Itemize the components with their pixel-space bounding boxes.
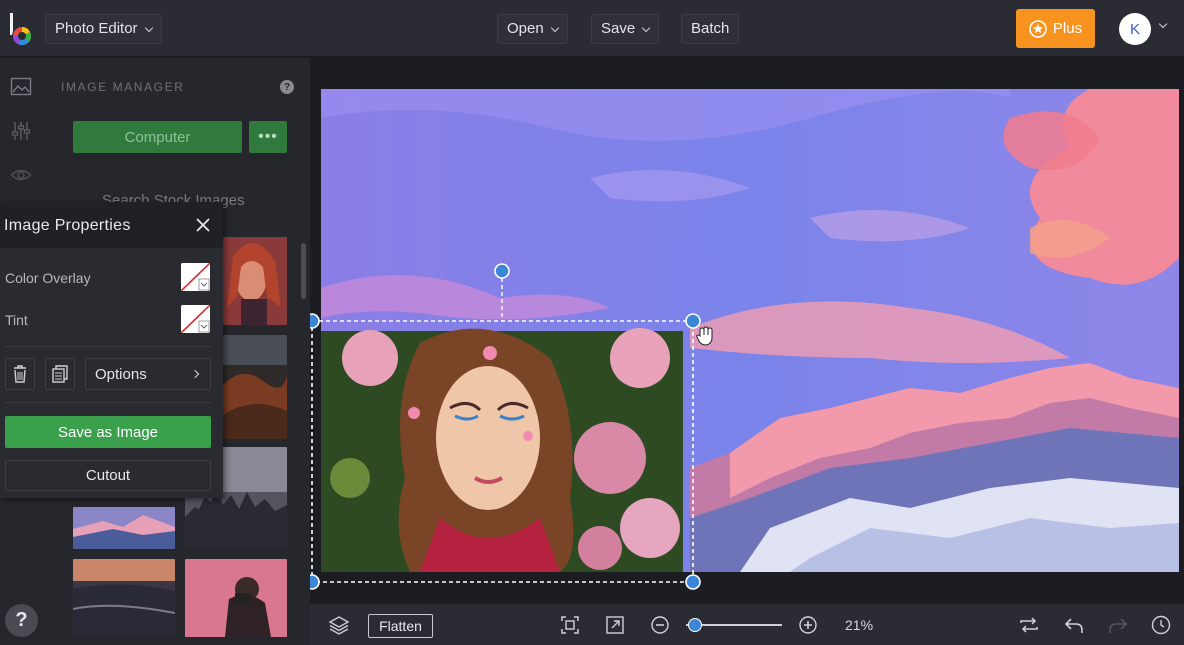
batch-label: Batch (691, 20, 730, 37)
sliders-icon[interactable] (10, 120, 32, 142)
color-overlay-label: Color Overlay (5, 270, 91, 286)
computer-upload-button[interactable]: Computer (73, 121, 242, 153)
save-menu[interactable]: Save (591, 14, 660, 44)
delete-layer-button[interactable] (5, 358, 35, 390)
resize-handle-top-right[interactable] (685, 313, 701, 329)
top-bar: Photo Editor Open Save Batch Plus K (0, 0, 1184, 57)
options-button[interactable]: Options (85, 358, 211, 390)
star-icon (1029, 19, 1047, 38)
help-button[interactable]: ? (5, 604, 38, 637)
app-switcher-label: Photo Editor (55, 20, 138, 37)
canvas-area[interactable] (304, 58, 1184, 604)
zoom-out-icon[interactable] (649, 614, 671, 636)
befunky-logo[interactable] (8, 11, 36, 47)
zoom-value: 21% (845, 617, 874, 633)
swap-icon[interactable] (1018, 614, 1040, 636)
chevron-down-icon (144, 23, 153, 32)
chevron-down-icon (641, 23, 651, 32)
trash-icon (14, 365, 26, 383)
rotate-handle[interactable] (494, 263, 510, 279)
more-label: ••• (258, 128, 278, 145)
overlay-portrait-image[interactable] (321, 328, 683, 572)
open-menu[interactable]: Open (497, 14, 568, 44)
image-properties-header: Image Properties (0, 202, 223, 248)
cutout-button[interactable]: Cutout (5, 460, 211, 491)
open-menu-label: Open (507, 20, 544, 37)
bottom-toolbar: Flatten 21% (310, 604, 1184, 645)
stock-thumbnail[interactable] (223, 237, 287, 325)
eye-icon[interactable] (10, 164, 32, 186)
resize-handle-top-left[interactable] (304, 313, 320, 329)
panel-scrollbar[interactable] (301, 243, 306, 299)
image-manager-title: IMAGE MANAGER (61, 80, 185, 94)
save-as-image-label: Save as Image (57, 423, 159, 441)
close-icon[interactable] (196, 218, 210, 232)
copy-icon (52, 365, 68, 383)
save-as-image-button[interactable]: Save as Image (5, 416, 211, 448)
resize-handle-bottom-left[interactable] (304, 574, 320, 590)
help-label: ? (15, 609, 28, 631)
cutout-label: Cutout (85, 467, 131, 484)
flatten-button[interactable]: Flatten (368, 614, 433, 638)
undo-icon[interactable] (1063, 614, 1085, 636)
zoom-in-icon[interactable] (797, 614, 819, 636)
computer-label: Computer (124, 128, 191, 146)
avatar-initial: K (1129, 20, 1140, 38)
plus-label: Plus (1052, 20, 1083, 37)
duplicate-layer-button[interactable] (45, 358, 75, 390)
image-properties-title: Image Properties (4, 217, 131, 234)
image-properties-panel: Image Properties Color Overlay Tint Opti… (0, 202, 223, 498)
divider (5, 402, 211, 403)
fit-screen-icon[interactable] (559, 614, 581, 636)
help-icon[interactable]: ? (280, 80, 294, 94)
resize-handle-bottom-right[interactable] (685, 574, 701, 590)
stock-thumbnail[interactable] (73, 559, 175, 637)
tint-label: Tint (5, 312, 28, 328)
chevron-right-icon (190, 369, 200, 379)
history-icon[interactable] (1150, 614, 1172, 636)
chevron-down-icon[interactable] (1158, 19, 1168, 29)
image-icon[interactable] (10, 76, 32, 98)
app-switcher[interactable]: Photo Editor (45, 14, 162, 44)
redo-icon[interactable] (1107, 614, 1129, 636)
options-label: Options (95, 365, 147, 383)
zoom-slider-thumb[interactable] (688, 618, 703, 632)
stock-thumbnail[interactable] (185, 559, 287, 637)
color-overlay-swatch[interactable] (181, 263, 210, 291)
stock-thumbnail[interactable] (73, 507, 175, 549)
more-sources-button[interactable]: ••• (249, 121, 287, 153)
zoom-slider[interactable] (686, 617, 782, 633)
batch-button[interactable]: Batch (681, 14, 740, 44)
expand-icon[interactable] (604, 614, 626, 636)
stock-thumbnail[interactable] (223, 335, 287, 439)
chevron-down-icon (550, 23, 559, 32)
editor-canvas[interactable] (304, 58, 1184, 604)
layers-icon[interactable] (328, 614, 350, 636)
save-menu-label: Save (601, 20, 636, 37)
plus-upgrade-button[interactable]: Plus (1016, 9, 1095, 48)
avatar[interactable]: K (1119, 13, 1151, 45)
tint-swatch[interactable] (181, 305, 210, 333)
flatten-label: Flatten (379, 618, 422, 634)
divider (5, 346, 211, 347)
